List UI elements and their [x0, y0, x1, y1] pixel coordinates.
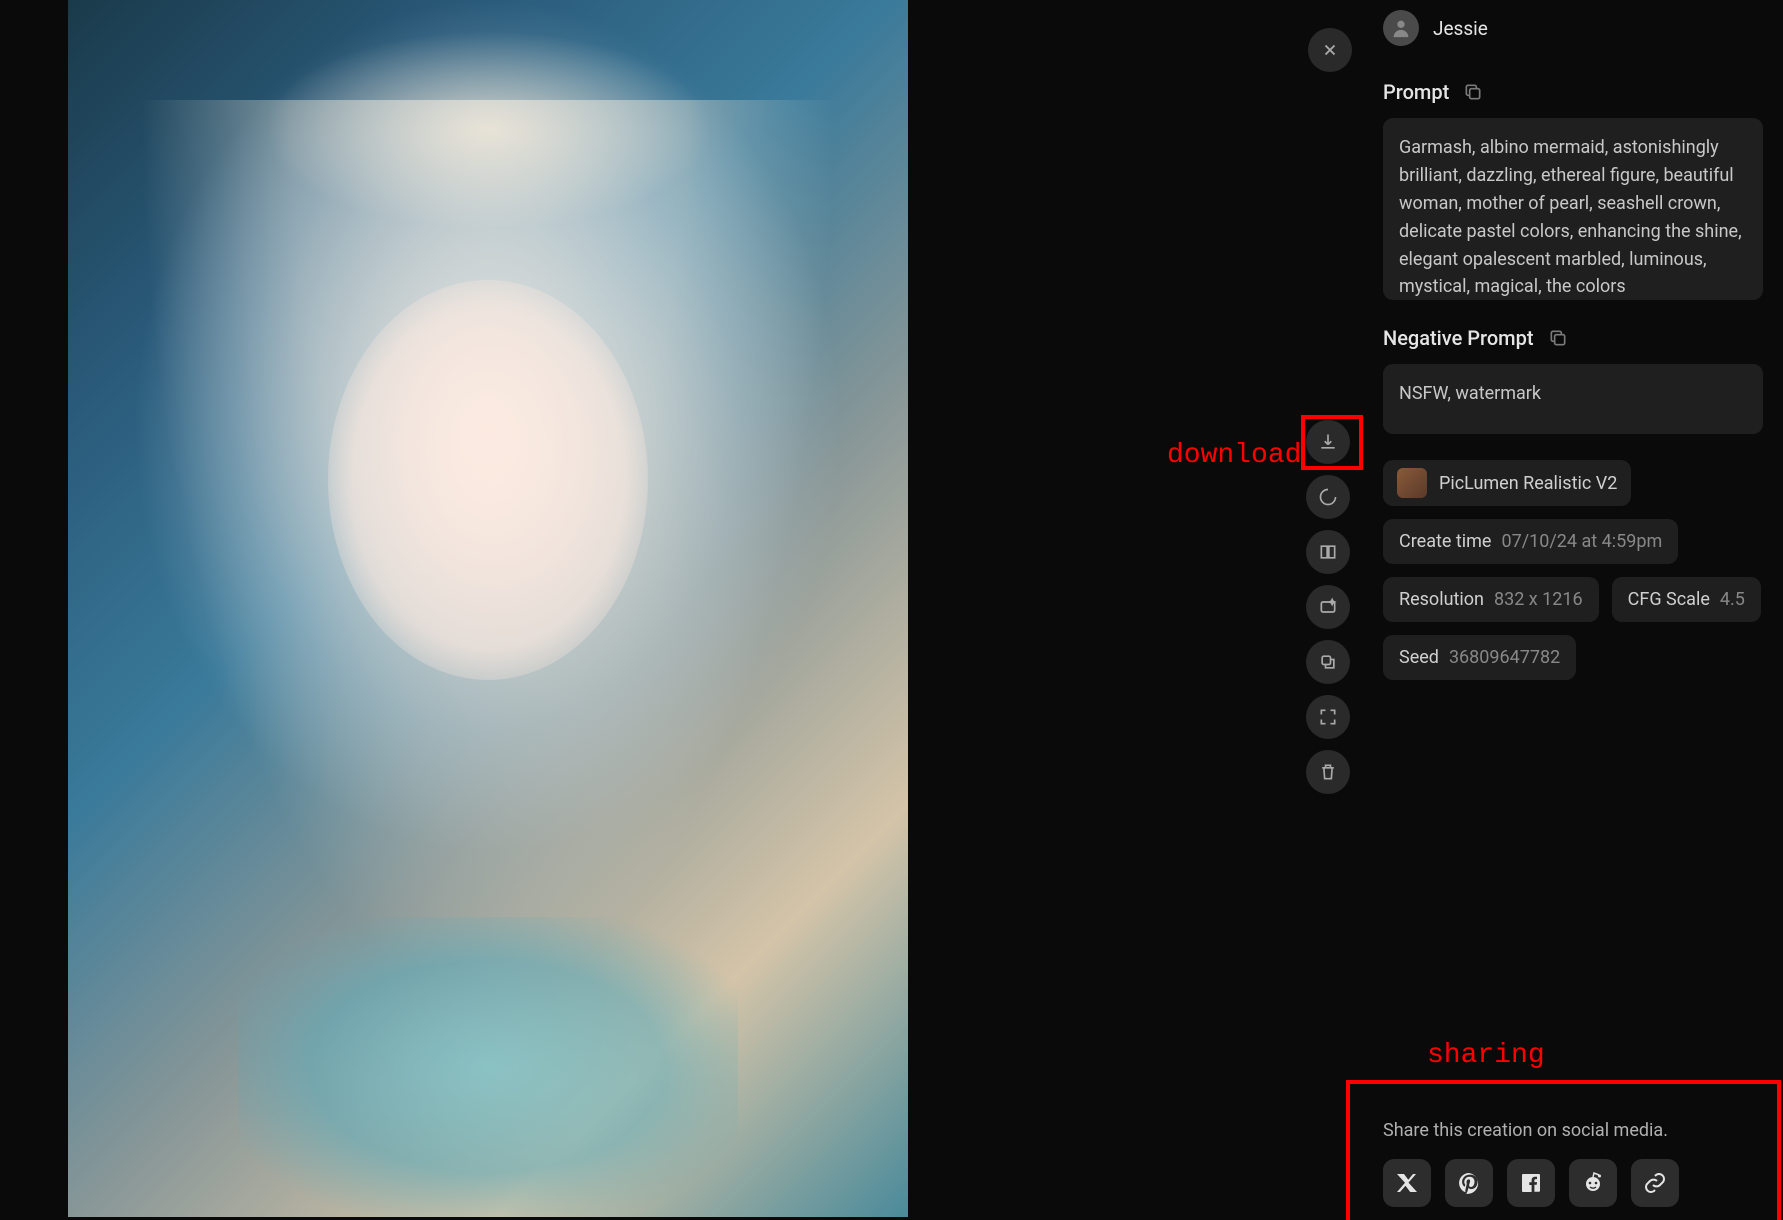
- sparkle-image-icon: [1318, 597, 1338, 617]
- image-viewer: [0, 0, 908, 1217]
- reddit-icon: [1581, 1171, 1605, 1195]
- negative-prompt-text: NSFW, watermark: [1383, 364, 1763, 434]
- resolution-pill: Resolution 832 x 1216: [1383, 577, 1599, 622]
- generated-image[interactable]: [68, 0, 908, 1217]
- copy-prompt-button[interactable]: [1463, 82, 1483, 102]
- copy-negative-prompt-button[interactable]: [1548, 328, 1568, 348]
- trash-icon: [1318, 762, 1338, 782]
- resolution-value: 832 x 1216: [1494, 589, 1583, 610]
- pinterest-icon: [1457, 1171, 1481, 1195]
- variations-button[interactable]: [1306, 640, 1350, 684]
- cfg-label: CFG Scale: [1628, 589, 1710, 610]
- cfg-value: 4.5: [1720, 589, 1745, 610]
- share-text: Share this creation on social media.: [1383, 1120, 1763, 1141]
- compare-button[interactable]: [1306, 530, 1350, 574]
- create-time-pill: Create time 07/10/24 at 4:59pm: [1383, 519, 1678, 564]
- annotation-download-label: download: [1167, 440, 1301, 471]
- regenerate-button[interactable]: [1306, 475, 1350, 519]
- facebook-icon: [1519, 1171, 1543, 1195]
- annotation-sharing-label: sharing: [1427, 1040, 1545, 1071]
- x-icon: [1395, 1171, 1419, 1195]
- share-facebook-button[interactable]: [1507, 1159, 1555, 1207]
- username: Jessie: [1433, 17, 1488, 40]
- share-pinterest-button[interactable]: [1445, 1159, 1493, 1207]
- close-button[interactable]: [1308, 28, 1352, 72]
- spinner-icon: [1318, 487, 1338, 507]
- seed-label: Seed: [1399, 647, 1439, 668]
- seed-pill: Seed 36809647782: [1383, 635, 1576, 680]
- create-time-label: Create time: [1399, 531, 1491, 552]
- delete-button[interactable]: [1306, 750, 1350, 794]
- close-icon: [1321, 41, 1339, 59]
- share-x-button[interactable]: [1383, 1159, 1431, 1207]
- book-open-icon: [1318, 542, 1338, 562]
- download-icon: [1318, 432, 1338, 452]
- enhance-button[interactable]: [1306, 585, 1350, 629]
- link-icon: [1643, 1171, 1667, 1195]
- download-button[interactable]: [1306, 420, 1350, 464]
- expand-icon: [1318, 707, 1338, 727]
- copy-link-button[interactable]: [1631, 1159, 1679, 1207]
- avatar: [1383, 10, 1419, 46]
- resolution-label: Resolution: [1399, 589, 1484, 610]
- share-reddit-button[interactable]: [1569, 1159, 1617, 1207]
- prompt-label: Prompt: [1383, 80, 1449, 104]
- seed-value: 36809647782: [1449, 647, 1560, 668]
- branch-icon: [1318, 652, 1338, 672]
- negative-prompt-label: Negative Prompt: [1383, 326, 1534, 350]
- fullscreen-button[interactable]: [1306, 695, 1350, 739]
- model-thumbnail: [1397, 468, 1427, 498]
- model-name: PicLumen Realistic V2: [1439, 473, 1617, 494]
- person-icon: [1390, 17, 1412, 39]
- prompt-text: Garmash, albino mermaid, astonishingly b…: [1383, 118, 1763, 300]
- model-pill[interactable]: PicLumen Realistic V2: [1383, 460, 1631, 506]
- create-time-value: 07/10/24 at 4:59pm: [1501, 531, 1662, 552]
- cfg-pill: CFG Scale 4.5: [1612, 577, 1761, 622]
- author-row[interactable]: Jessie: [1383, 10, 1763, 46]
